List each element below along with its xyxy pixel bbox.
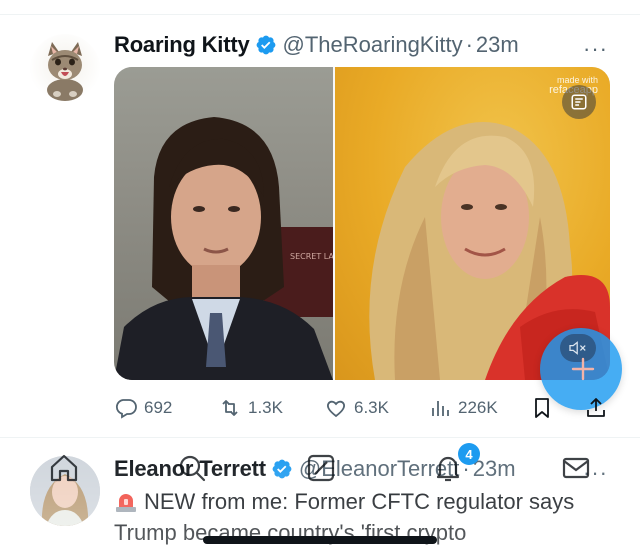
share-button[interactable] [584,394,614,422]
share-icon [587,398,605,417]
dot-separator: · [465,32,473,57]
man-portrait-image: SECRET LAB [114,117,339,380]
bookmark-icon [535,398,549,418]
avatar-roaring-kitty[interactable] [30,34,100,104]
video-left-pane: SECRET LAB [114,67,339,380]
siren-emoji-icon [114,489,138,512]
home-indicator [203,536,437,544]
tweet-actions-bar: 692 1.3K 6.3K 226K [114,394,614,422]
top-divider [0,14,640,15]
search-icon[interactable] [176,452,208,484]
reply-icon [115,399,137,419]
tweet-header: Roaring Kitty @TheRoaringKitty · 23m [114,30,519,60]
studio-sign-text: SECRET LAB [290,252,333,261]
grok-icon[interactable] [305,452,337,484]
plus-icon[interactable] [570,356,596,382]
views-button[interactable]: 226K [428,394,498,422]
display-name[interactable]: Roaring Kitty [114,32,250,58]
like-button[interactable]: 6.3K [324,394,389,422]
reply-count: 692 [144,398,173,417]
views-count: 226K [458,398,498,417]
heart-icon [327,400,345,418]
retweet-icon [222,400,238,416]
tweet-divider [0,437,640,438]
like-count: 6.3K [354,398,389,417]
timestamp[interactable]: 23m [473,456,516,482]
retweet-button[interactable]: 1.3K [218,394,283,422]
reply-button[interactable]: 692 [114,394,172,422]
notification-badge: 4 [458,443,480,465]
remix-icon[interactable] [562,85,596,119]
retweet-count: 1.3K [248,398,283,417]
kitten-avatar-image [47,42,83,101]
home-icon[interactable] [48,452,80,484]
mail-icon[interactable] [560,452,592,484]
username-handle[interactable]: @TheRoaringKitty [283,32,463,58]
more-options-icon[interactable]: ··· [583,36,608,62]
timestamp[interactable]: 23m [476,32,519,58]
video-media[interactable]: SECRET LAB made with [114,67,610,380]
verified-badge-icon [271,458,293,480]
verified-badge-icon [255,34,277,56]
views-chart-icon [432,401,449,416]
bookmark-button[interactable] [530,394,560,422]
